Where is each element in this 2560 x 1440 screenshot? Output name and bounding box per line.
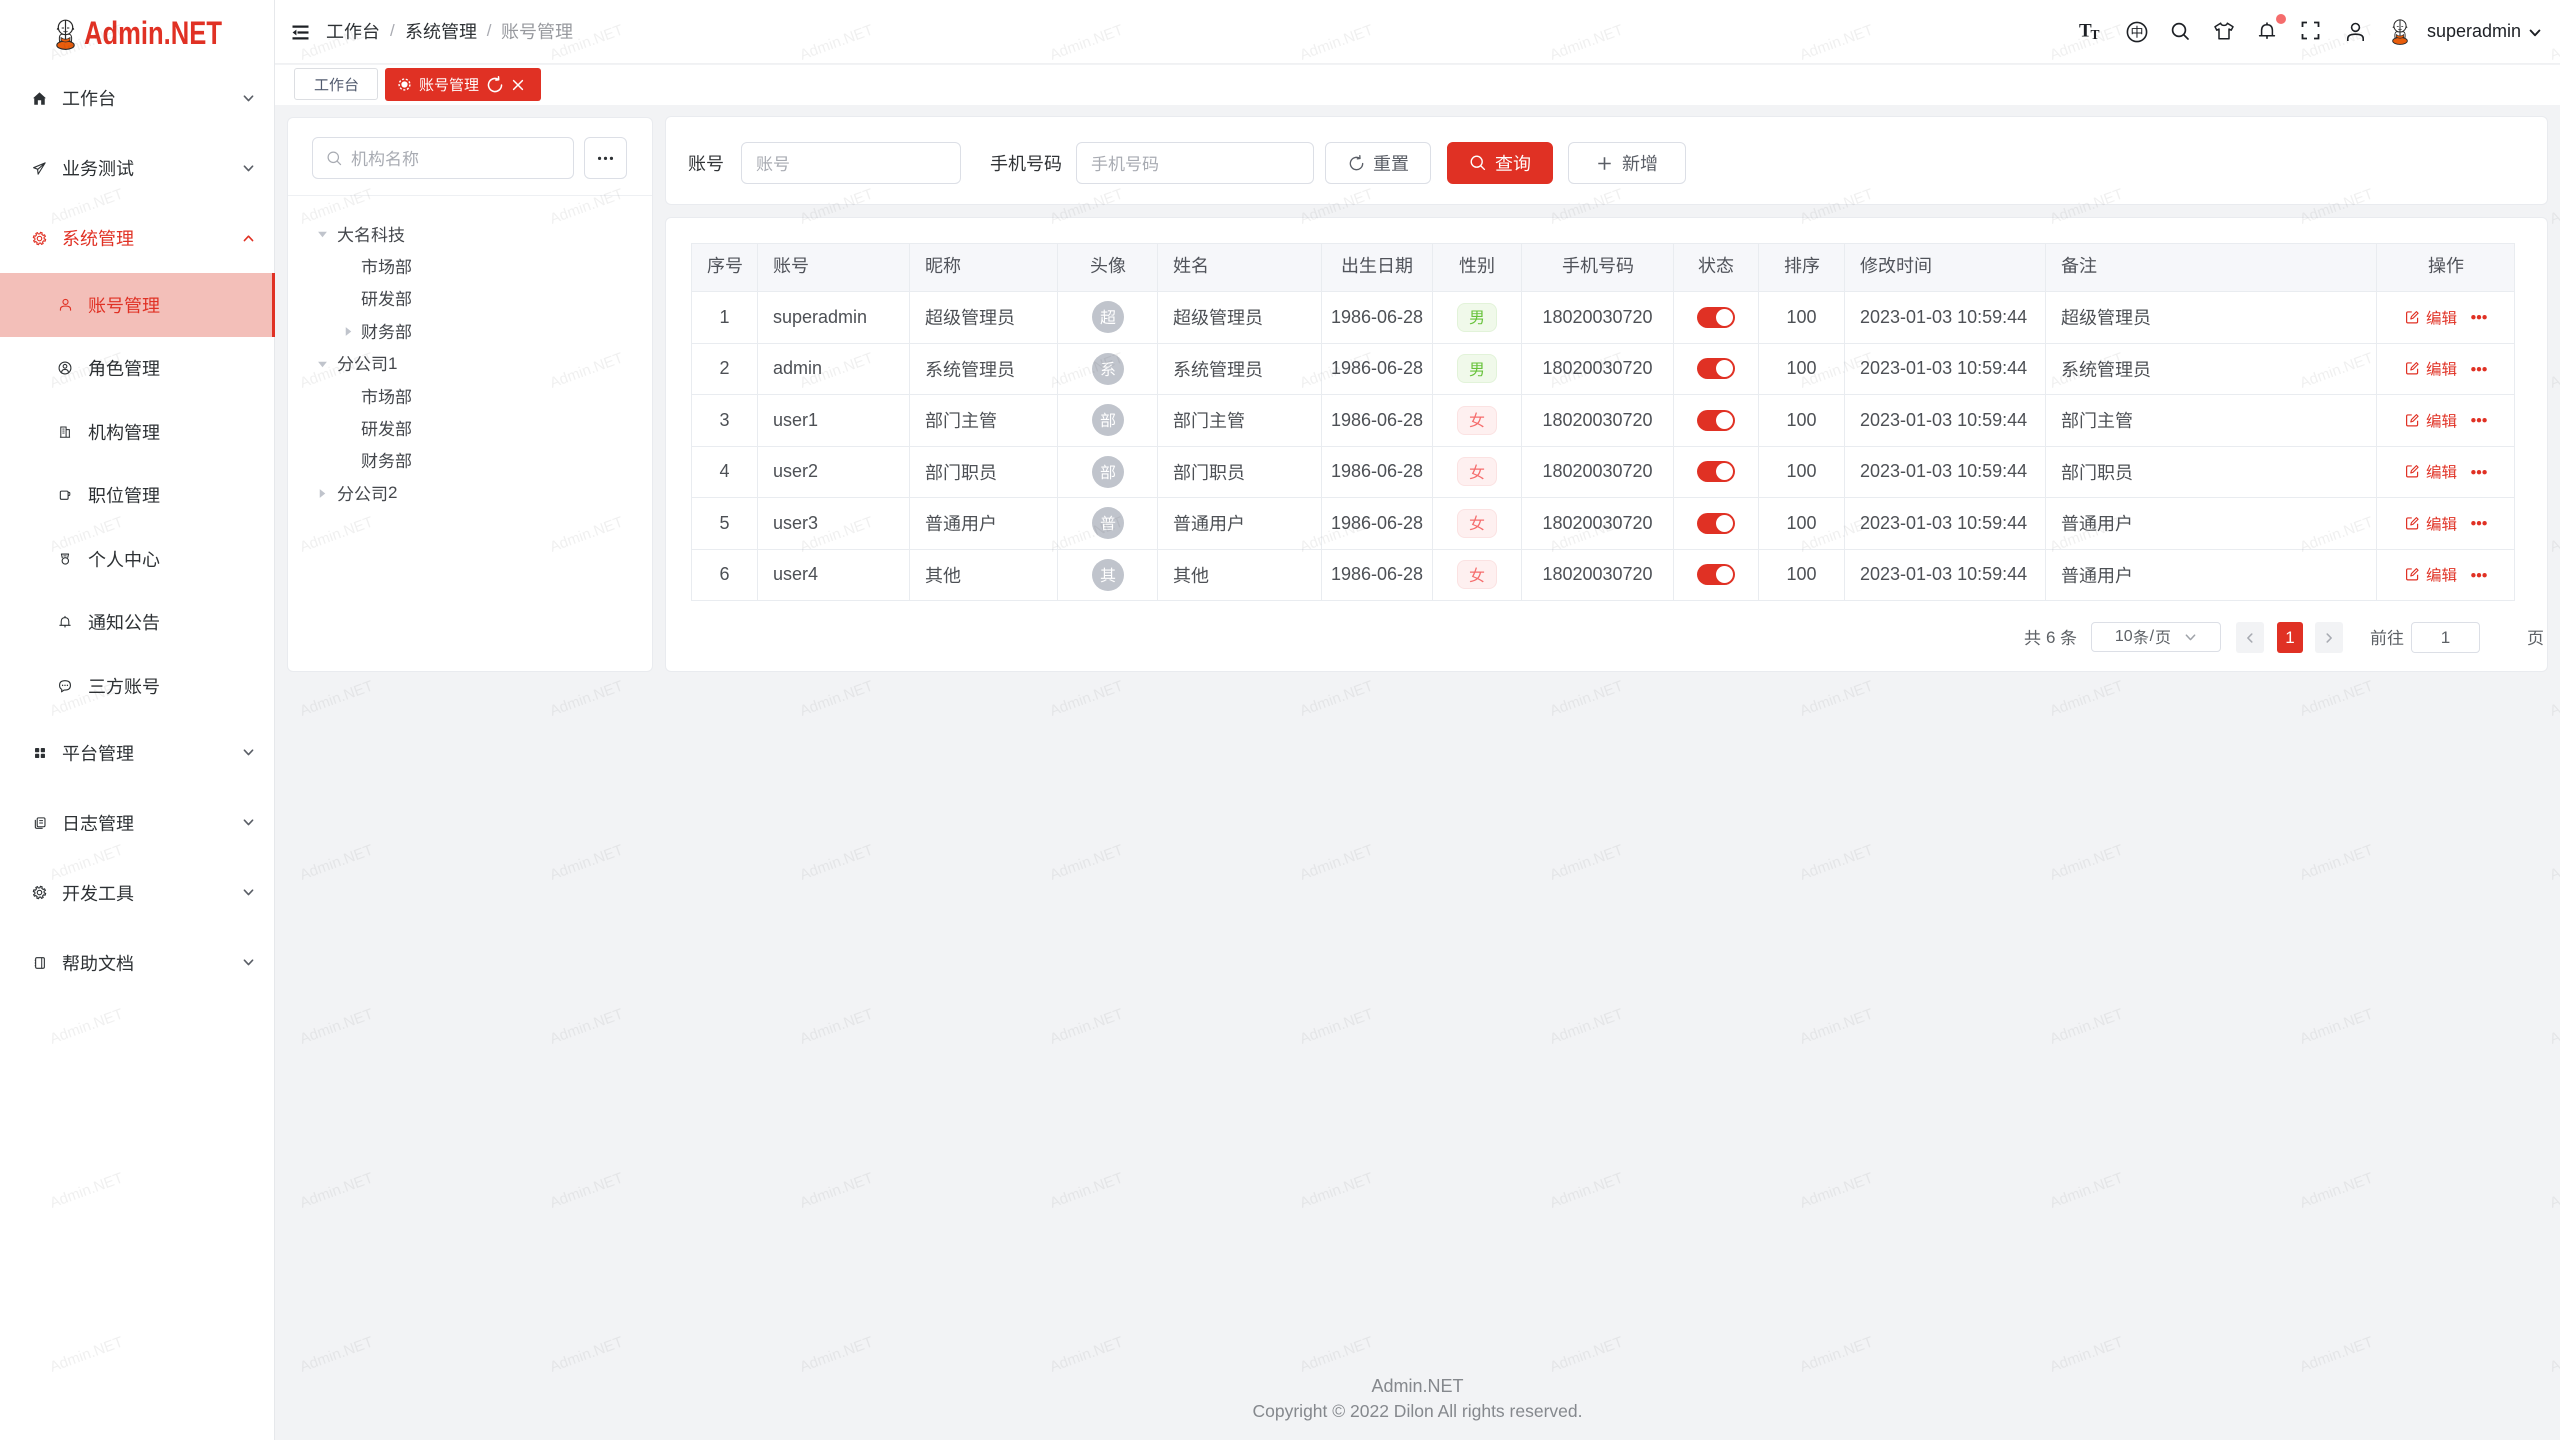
svg-text:T: T bbox=[2091, 27, 2100, 41]
